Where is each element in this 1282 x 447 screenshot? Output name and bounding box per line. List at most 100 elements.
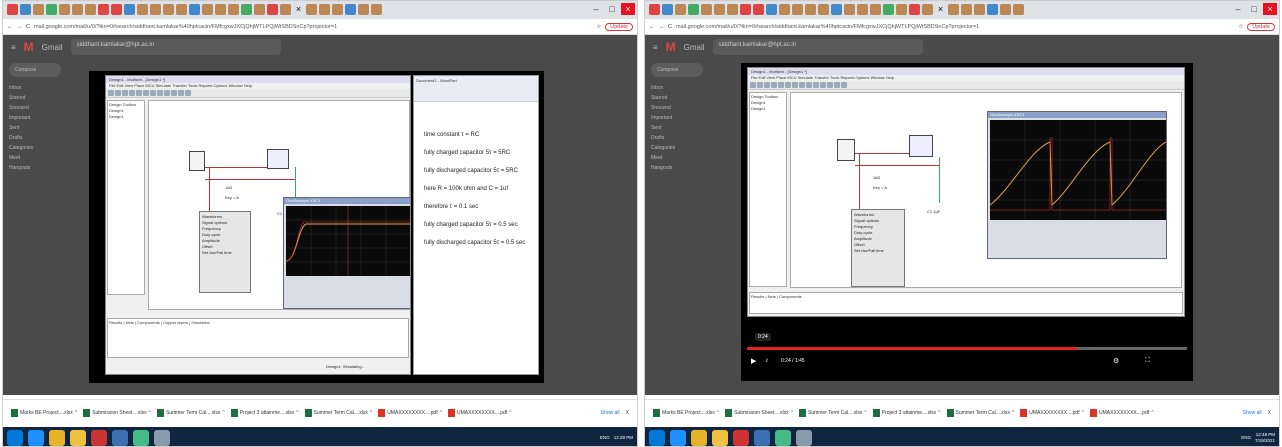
video-progress-bar[interactable] [747,347,1187,350]
folder-icon[interactable] [70,429,86,446]
tab-favicon[interactable] [111,4,122,15]
tab-favicon[interactable] [649,4,660,15]
tab-copper[interactable]: Copper layers [163,320,188,325]
tab-favicon[interactable] [150,4,161,15]
back-icon[interactable]: ← [649,24,655,30]
oscilloscope[interactable] [267,149,289,169]
sidebar-item[interactable]: Categories [651,143,711,153]
sidebar-item[interactable]: Sent [9,123,69,133]
tab-favicon[interactable] [124,4,135,15]
function-generator[interactable] [189,151,205,171]
url-text[interactable]: mail.google.com/mail/u/0/?tkn=0#search/s… [676,24,1234,30]
star-icon[interactable]: ☆ [596,24,601,30]
chrome-icon[interactable] [691,429,707,446]
tab-favicon[interactable] [358,4,369,15]
menu-icon[interactable]: ≡ [11,43,16,52]
tab-favicon[interactable] [714,4,725,15]
video-player[interactable]: Design1 - Multisim - [Design1 *] File Ed… [89,71,544,383]
browser-tabstrip[interactable]: × – □ × [645,1,1279,19]
sidebar-item[interactable]: Hangouts [651,163,711,173]
tab-favicon[interactable] [280,4,291,15]
sidebar-item[interactable]: Important [9,113,69,123]
oscilloscope[interactable] [909,135,933,157]
tab-favicon[interactable] [805,4,816,15]
tab-favicon[interactable] [1013,4,1024,15]
tab-favicon[interactable] [792,4,803,15]
sidebar-item[interactable]: Drafts [9,133,69,143]
sidebar-item[interactable]: Starred [9,93,69,103]
schematic-canvas[interactable]: 1kΩ Key = A C1 1µF WaveformsSignal optio… [148,100,410,310]
maximize-icon[interactable]: □ [1247,3,1261,15]
tab-favicon[interactable] [844,4,855,15]
tab-favicon[interactable] [857,4,868,15]
tab-favicon[interactable] [85,4,96,15]
star-icon[interactable]: ☆ [1238,24,1243,30]
sidebar-item[interactable]: Snoozed [651,103,711,113]
close-downloads-icon[interactable]: X [1268,410,1271,416]
sidebar-item[interactable]: Snoozed [9,103,69,113]
app-icon[interactable] [154,429,170,446]
tab-favicon[interactable] [766,4,777,15]
show-all-link[interactable]: Show all [1243,410,1262,416]
download-item[interactable]: Summer Term Cal....xlsx ^ [798,408,867,417]
download-item[interactable]: Summer Term Cal....xlsx ^ [946,408,1014,417]
tab-favicon[interactable] [228,4,239,15]
function-generator-dialog[interactable]: Waveforms Signal options Frequency Duty cyc… [851,209,905,287]
sidebar-item[interactable]: Drafts [651,133,711,143]
download-item[interactable]: Submission Sheet....xlsx ^ [725,408,793,417]
download-item[interactable]: UMAXXXXXXXX....pdf ^ [447,408,512,417]
maximize-icon[interactable]: □ [605,3,619,15]
tab-favicon[interactable] [701,4,712,15]
download-item[interactable]: UMAXXXXXXXX....pdf ^ [378,408,442,417]
forward-icon[interactable]: → [659,24,665,30]
tab-components[interactable]: Components [779,294,802,299]
download-item[interactable]: Project 3 attainme....xlsx ^ [872,408,941,417]
sidebar-item[interactable]: Meet [9,153,69,163]
tab-favicon[interactable] [137,4,148,15]
sidebar-item[interactable]: Sent [651,123,711,133]
download-item[interactable]: Marks BE Project....xlsx ^ [653,408,719,417]
tab-favicon[interactable] [202,4,213,15]
sidebar-item[interactable]: Inbox [9,83,69,93]
folder-icon[interactable] [712,429,728,446]
play-icon[interactable]: ▶ [751,357,756,365]
chrome-icon[interactable] [49,429,65,446]
oscilloscope-window[interactable]: Oscilloscope-XSC1 [283,197,410,309]
tab-favicon[interactable] [779,4,790,15]
tab-favicon[interactable] [20,4,31,15]
sidebar-item[interactable]: Inbox [651,83,711,93]
tab-favicon[interactable] [176,4,187,15]
tab-favicon[interactable] [215,4,226,15]
menu-icon[interactable]: ≡ [653,43,658,52]
tab-favicon[interactable] [727,4,738,15]
tab-results[interactable]: Results [751,294,764,299]
gmail-logo[interactable]: M [666,40,676,54]
app-icon[interactable] [796,429,812,446]
tab-favicon[interactable] [241,4,252,15]
tab-simulation[interactable]: Simulation [191,320,210,325]
tab-favicon[interactable] [306,4,317,15]
app-icon[interactable] [754,429,770,446]
tree-item[interactable]: Design1 [109,114,143,120]
tab-favicon[interactable] [961,4,972,15]
browser-tabstrip[interactable]: × – □ × [3,1,637,19]
tab-favicon[interactable] [33,4,44,15]
update-button[interactable]: Update [605,22,633,31]
oscilloscope-window[interactable]: Oscilloscope-XSC1 [987,111,1167,259]
acrobat-icon[interactable] [91,429,107,446]
sidebar-item[interactable]: Categories [9,143,69,153]
tab-nets[interactable]: Nets [768,294,776,299]
tab-favicon[interactable] [883,4,894,15]
tab-favicon[interactable] [1000,4,1011,15]
download-item[interactable]: Project 3 attainme....xlsx ^ [230,408,299,417]
search-input[interactable]: siddhant.kamlakar@hpt.ac.in [70,39,281,55]
tab-favicon[interactable] [46,4,57,15]
multisim-toolbar[interactable] [748,81,1184,90]
tab-favicon[interactable] [688,4,699,15]
tab-favicon[interactable] [189,4,200,15]
close-tab-icon[interactable]: × [293,4,304,15]
sidebar-item[interactable]: Meet [651,153,711,163]
tab-favicon[interactable] [163,4,174,15]
tab-nets[interactable]: Nets [126,320,134,325]
download-item[interactable]: Marks BE Project....xlsx ^ [11,408,77,417]
